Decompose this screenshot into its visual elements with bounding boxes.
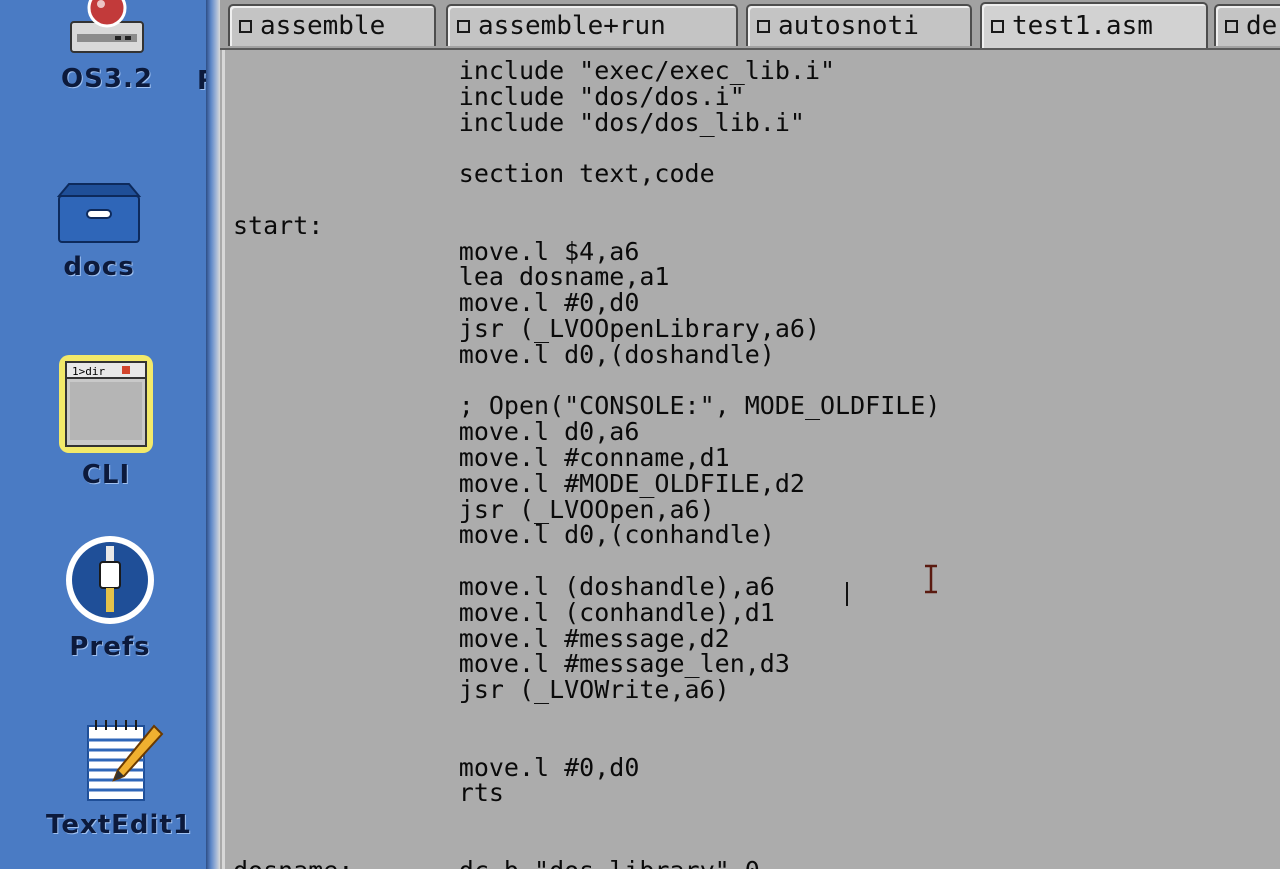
code-line[interactable]: move.l #message_len,d3 xyxy=(233,651,940,677)
tab-box-icon xyxy=(239,19,252,33)
tab-assemble-run[interactable]: assemble+run xyxy=(446,4,738,46)
editor-window: assemble assemble+run autosnoti test1.as… xyxy=(220,0,1280,869)
desktop-icon-label: TextEdit1 xyxy=(46,810,192,840)
code-line[interactable] xyxy=(233,135,940,161)
code-line[interactable] xyxy=(233,806,940,832)
code-line[interactable]: include "dos/dos.i" xyxy=(233,83,940,110)
desktop-icon-label: Prefs xyxy=(69,632,151,662)
tab-label: assemble+run xyxy=(478,11,666,41)
notepad-pencil-icon xyxy=(87,720,164,801)
code-line[interactable]: start: xyxy=(233,212,940,239)
code-line[interactable]: lea dosname,a1 xyxy=(233,264,940,290)
code-line[interactable]: move.l d0,(conhandle) xyxy=(233,522,940,548)
code-line[interactable]: move.l $4,a6 xyxy=(233,238,940,265)
code-line[interactable]: ; Open("CONSOLE:", MODE_OLDFILE) xyxy=(233,393,941,419)
tab-assemble[interactable]: assemble xyxy=(228,4,436,46)
code-line[interactable]: jsr (_LVOOpenLibrary,a6) xyxy=(233,316,940,342)
svg-text:1>dir: 1>dir xyxy=(72,365,105,378)
tab-bar: assemble assemble+run autosnoti test1.as… xyxy=(220,0,1280,50)
desktop-icon-cli[interactable]: 1>dir CLI xyxy=(44,352,168,490)
code-line[interactable] xyxy=(233,548,940,574)
code-line[interactable]: move.l d0,a6 xyxy=(233,419,940,445)
tab-test1-asm[interactable]: test1.asm xyxy=(980,2,1208,48)
desktop-icon-docs[interactable]: docs xyxy=(44,176,154,282)
text-cursor xyxy=(846,582,848,606)
tab-label: autosnoti xyxy=(778,11,919,41)
code-line[interactable]: move.l (doshandle),a6 xyxy=(233,574,940,600)
code-line[interactable]: move.l d0,(doshandle) xyxy=(233,341,940,368)
desktop-icon-label: docs xyxy=(63,252,135,282)
ibeam-cursor-icon xyxy=(925,564,937,594)
tab-box-icon xyxy=(757,19,770,33)
tab-box-icon xyxy=(1225,19,1238,33)
tab-box-icon xyxy=(457,19,470,33)
prefs-drawer-icon xyxy=(66,536,154,624)
code-line[interactable]: rts xyxy=(233,780,940,806)
code-line[interactable]: move.l #0,d0 xyxy=(233,754,940,781)
code-line[interactable] xyxy=(233,832,940,858)
desktop-icon-prefs[interactable]: Prefs xyxy=(44,532,176,662)
tab-label: de xyxy=(1246,11,1278,41)
tab-label: assemble xyxy=(260,11,386,41)
desktop-icon-label: CLI xyxy=(81,460,131,490)
shell-window-icon: 1>dir xyxy=(59,355,153,453)
code-line[interactable]: dosname: dc.b "dos.library",0 xyxy=(233,857,940,869)
code-line[interactable]: move.l (conhandle),d1 xyxy=(233,599,940,626)
tab-autosnoti[interactable]: autosnoti xyxy=(746,4,972,46)
code-line[interactable]: jsr (_LVOWrite,a6) xyxy=(233,677,940,703)
tab-label: test1.asm xyxy=(1012,11,1153,41)
code-line[interactable]: include "exec/exec_lib.i" xyxy=(233,58,940,84)
code-line[interactable]: move.l #conname,d1 xyxy=(233,445,940,471)
code-line[interactable] xyxy=(233,187,940,213)
drawer-icon xyxy=(56,183,142,243)
window-border xyxy=(206,0,220,869)
desktop-icon-textedit[interactable]: TextEdit1 xyxy=(28,714,210,840)
workbench-desktop: OS3.2 R docs 1>dir CLI Prefs xyxy=(0,0,217,869)
tab-box-icon xyxy=(991,19,1004,33)
code-line[interactable]: move.l #0,d0 xyxy=(233,290,940,316)
code-line[interactable] xyxy=(233,368,940,394)
desktop-icon-os32[interactable]: OS3.2 xyxy=(52,0,162,94)
desktop-icon-label: OS3.2 xyxy=(61,64,153,94)
disk-drive-icon xyxy=(70,0,144,53)
code-line[interactable]: section text,code xyxy=(233,161,940,187)
code-line[interactable] xyxy=(233,729,940,755)
code-text[interactable]: include "exec/exec_lib.i" include "dos/d… xyxy=(233,58,940,869)
code-line[interactable] xyxy=(233,703,940,729)
code-line[interactable]: jsr (_LVOOpen,a6) xyxy=(233,496,940,523)
code-line[interactable]: move.l #message,d2 xyxy=(233,625,940,652)
code-line[interactable]: include "dos/dos_lib.i" xyxy=(233,109,940,136)
code-editor[interactable]: include "exec/exec_lib.i" include "dos/d… xyxy=(222,50,1280,869)
tab-de[interactable]: de xyxy=(1214,4,1280,46)
code-line[interactable]: move.l #MODE_OLDFILE,d2 xyxy=(233,470,940,497)
